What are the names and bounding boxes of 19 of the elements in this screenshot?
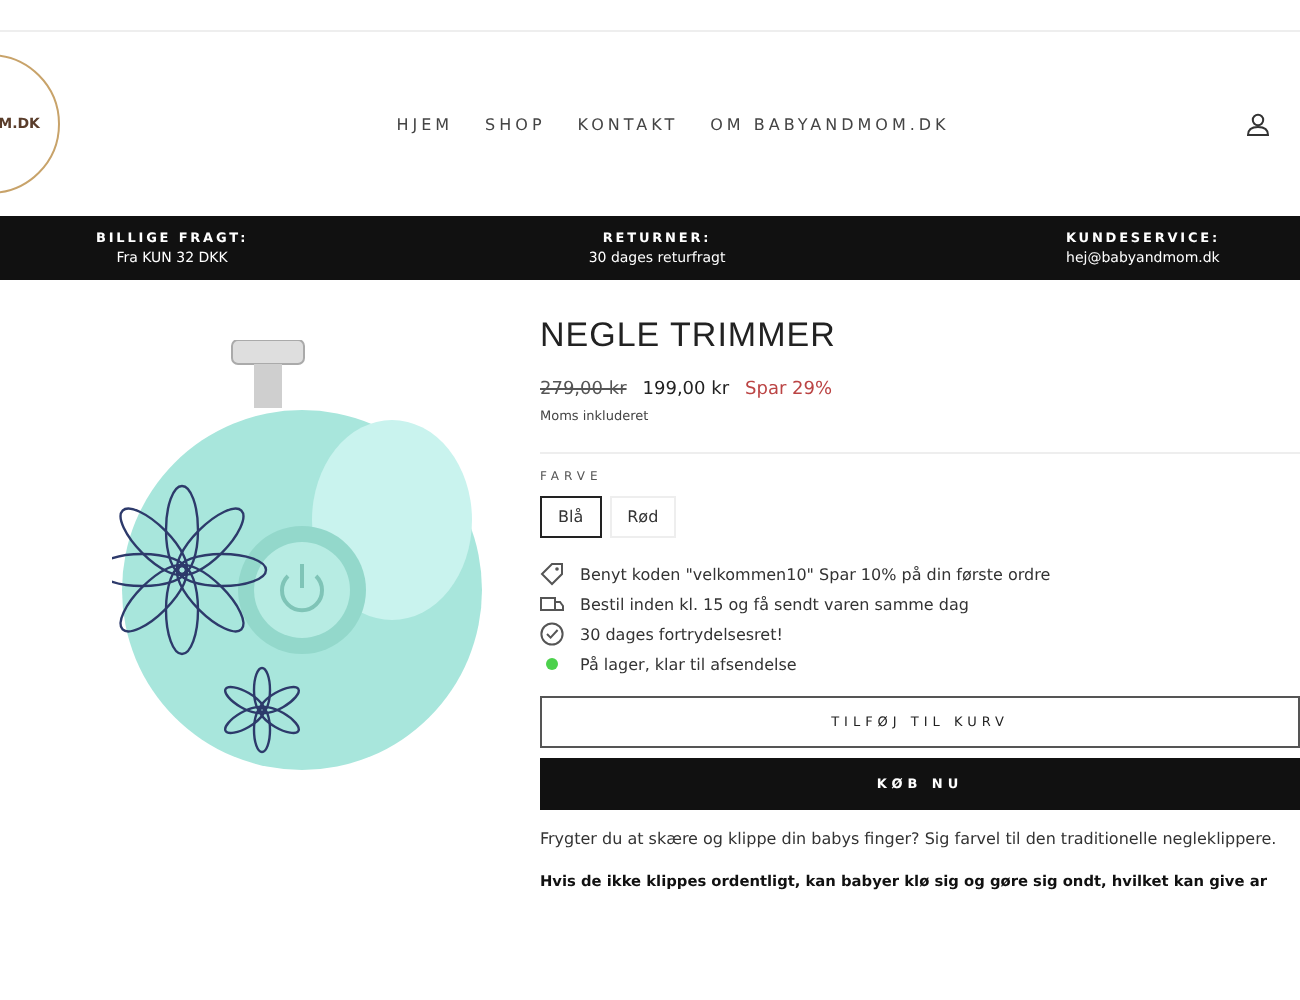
truck-icon <box>540 592 564 616</box>
nav-link[interactable]: HJEM <box>396 115 454 133</box>
old-price: 279,00 kr <box>540 380 627 400</box>
feature-text: Bestil inden kl. 15 og få sendt varen samme dag <box>580 595 969 613</box>
account-icon[interactable] <box>1246 112 1270 136</box>
nav-link[interactable]: SHOP <box>485 115 546 133</box>
color-option[interactable]: Blå <box>540 496 602 538</box>
product-title: NEGLE TRIMMER <box>540 316 838 356</box>
nav-link[interactable]: OM BABYANDMOM.DK <box>710 115 950 133</box>
saving-label: Spar 29% <box>745 380 833 400</box>
tag-icon <box>540 562 564 586</box>
color-option[interactable]: Rød <box>609 496 677 538</box>
price: 199,00 kr <box>642 380 730 400</box>
nav-link[interactable]: KONTAKT <box>577 115 679 133</box>
feature-text: Benyt koden "velkommen10" Spar 10% på din første ordre <box>580 565 1051 583</box>
description-text: Frygter du at skære og klippe din babys finger? Sig farvel til den traditionelle negleklippere. <box>540 830 1279 848</box>
feature-text: På lager, klar til afsendelse <box>580 655 797 673</box>
feature-text: 30 dages fortrydelsesret! <box>580 625 783 643</box>
check-icon <box>540 622 564 646</box>
